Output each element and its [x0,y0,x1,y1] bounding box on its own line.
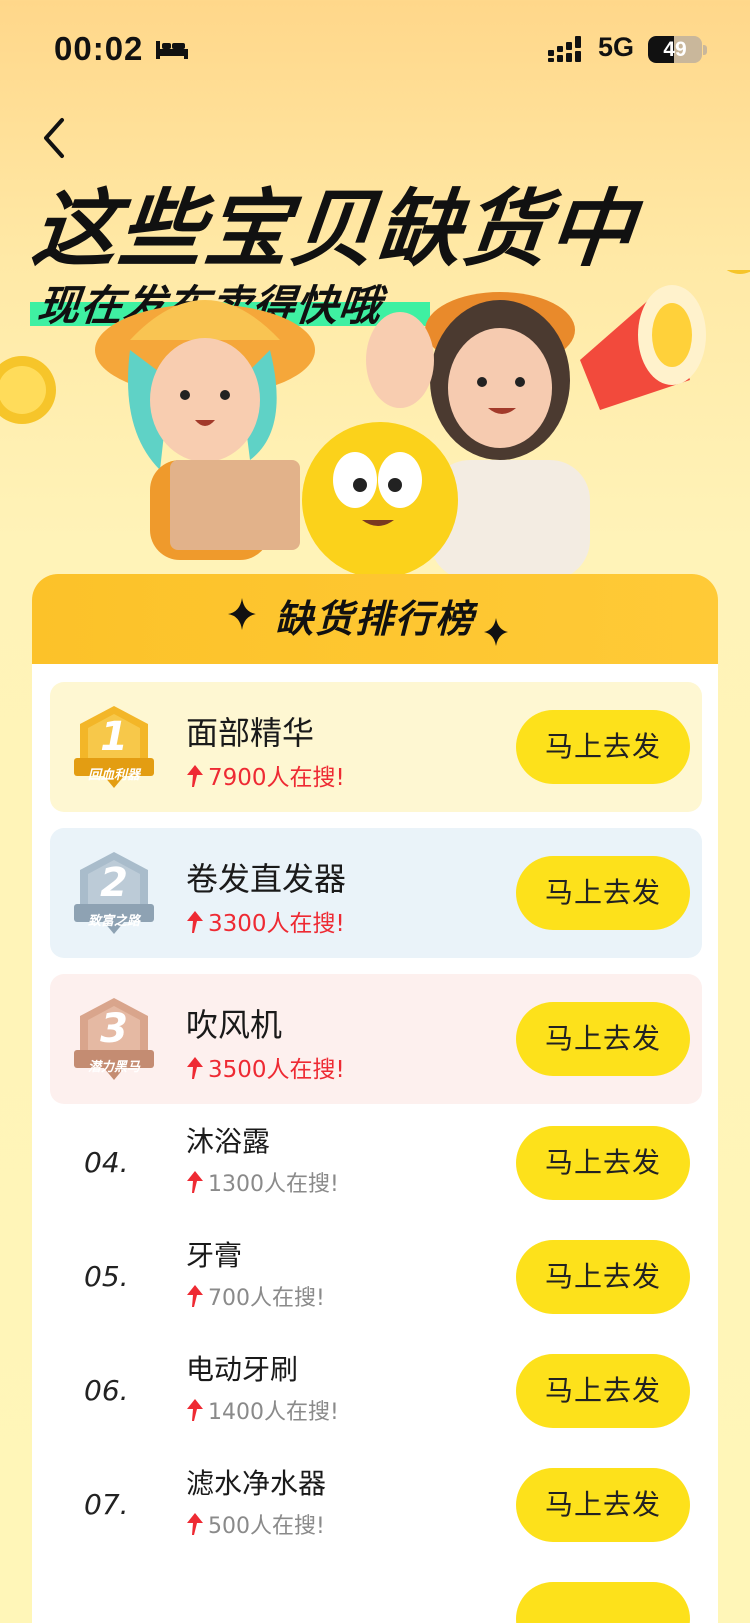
coin-left-icon [0,356,56,424]
search-count-text: 1300人在搜! [208,1172,339,1197]
search-count-text: 3500人在搜! [208,1057,345,1083]
rank-number: 04. [84,1146,129,1179]
search-count-text: 500人在搜! [208,1514,325,1539]
post-now-button[interactable]: 马上去发 [516,1002,690,1076]
arrow-up-icon [187,911,203,933]
arrow-up-icon [187,1171,203,1193]
item-name: 牙膏 [186,1239,243,1272]
post-now-button[interactable]: 马上去发 [516,856,690,930]
search-count: 3500人在搜! [186,1050,345,1084]
mascot-yellow [302,422,458,578]
arrow-up-icon [187,1399,203,1421]
rank-number: 07. [84,1488,129,1521]
item-name: 沐浴露 [186,1125,271,1158]
search-count: 7900人在搜! [186,758,345,792]
item-name: 吹风机 [186,1006,283,1044]
search-count-text: 3300人在搜! [208,911,345,937]
search-count: 3300人在搜! [186,904,345,938]
coin-right-icon [726,270,750,274]
ranking-row-3: 3 潜力黑马 吹风机 3500人在搜! 马上去发 [50,974,702,1104]
arrow-up-icon [187,1057,203,1079]
search-count: 1300人在搜! [186,1166,339,1198]
medal-rank: 3 [100,1006,128,1052]
ranking-row-8-partial [32,1564,718,1623]
search-count: 1400人在搜! [186,1394,339,1426]
medal-label: 回血利器 [87,768,140,783]
back-button[interactable] [34,112,78,164]
back-chevron-icon [44,118,64,158]
status-bar: 00:02 5G 49 [0,0,750,100]
post-now-button[interactable] [516,1582,690,1623]
search-count-text: 1400人在搜! [208,1400,339,1425]
ranking-row-1: 1 回血利器 面部精华 7900人在搜! 马上去发 [50,682,702,812]
item-name: 滤水净水器 [186,1467,327,1500]
ranking-card: 缺货排行榜 1 回血利器 面部精华 7900人在搜! 马上去发 2 致富之路 卷… [32,574,718,1623]
ranking-row-6: 06. 电动牙刷 1400人在搜! 马上去发 [32,1336,718,1450]
battery-tip [703,45,707,55]
status-time: 00:02 [54,30,144,67]
post-now-button[interactable]: 马上去发 [516,1354,690,1428]
character-girl-left [95,300,315,560]
post-now-button[interactable]: 马上去发 [516,1240,690,1314]
ranking-row-7: 07. 滤水净水器 500人在搜! 马上去发 [32,1450,718,1564]
search-count: 700人在搜! [186,1280,325,1312]
ranking-row-5: 05. 牙膏 700人在搜! 马上去发 [32,1222,718,1336]
network-label: 5G [598,32,635,62]
silver-medal-badge: 2 致富之路 [74,850,154,936]
search-count-text: 7900人在搜! [208,765,345,791]
medal-rank: 2 [100,860,128,906]
hero-illustration [0,270,750,580]
arrow-up-icon [187,765,203,787]
megaphone-icon [580,285,706,410]
search-count-text: 700人在搜! [208,1286,325,1311]
battery-indicator: 49 [648,36,702,63]
medal-label: 致富之路 [87,914,140,929]
post-now-button[interactable]: 马上去发 [516,1468,690,1542]
medal-rank: 1 [100,714,128,760]
arrow-up-icon [187,1285,203,1307]
rank-number: 06. [84,1374,129,1407]
signal-icon [548,36,581,62]
arrow-up-icon [187,1513,203,1535]
sparkle-icon [484,618,508,646]
battery-percent: 49 [663,38,687,61]
rank-number: 05. [84,1260,129,1293]
item-name: 面部精华 [186,714,315,752]
ranking-header: 缺货排行榜 [32,574,718,664]
hero-title: 这些宝贝缺货中 [28,180,641,278]
ranking-row-2: 2 致富之路 卷发直发器 3300人在搜! 马上去发 [50,828,702,958]
bed-icon [156,41,188,59]
ranking-row-4: 04. 沐浴露 1300人在搜! 马上去发 [32,1108,718,1222]
gold-medal-badge: 1 回血利器 [74,704,154,790]
medal-label: 潜力黑马 [87,1060,140,1075]
ranking-title: 缺货排行榜 [274,597,475,641]
item-name: 卷发直发器 [186,860,347,898]
search-count: 500人在搜! [186,1508,325,1540]
bronze-medal-badge: 3 潜力黑马 [74,996,154,1082]
item-name: 电动牙刷 [186,1353,299,1386]
post-now-button[interactable]: 马上去发 [516,1126,690,1200]
post-now-button[interactable]: 马上去发 [516,710,690,784]
